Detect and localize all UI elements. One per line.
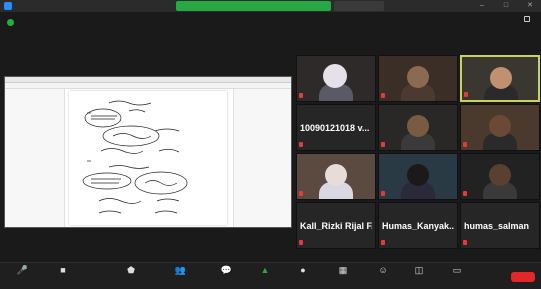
screen-share-banner[interactable] — [176, 1, 331, 11]
participant-tile[interactable] — [296, 55, 376, 102]
apps-button[interactable]: ◫ — [402, 266, 436, 288]
view-switch-button[interactable] — [524, 16, 533, 22]
shared-document-canvas — [5, 89, 291, 227]
participant-display-name: humas_salman — [464, 221, 530, 231]
end-meeting-button[interactable] — [511, 272, 535, 282]
maximize-button[interactable]: □ — [501, 1, 511, 11]
meeting-info-shield-icon[interactable] — [7, 19, 14, 26]
shared-screen[interactable] — [4, 76, 292, 228]
document-right-panel — [233, 89, 291, 227]
handwritten-arabic-worksheet — [82, 100, 188, 214]
participants-button[interactable]: 👥 — [162, 266, 196, 288]
muted-mic-icon — [381, 93, 385, 98]
participant-display-name: Humas_Kanyak... — [382, 221, 454, 231]
record-icon: ● — [300, 265, 306, 275]
document-page — [69, 91, 227, 225]
security-button[interactable]: ⬟ — [114, 266, 148, 288]
muted-mic-icon — [299, 240, 303, 245]
document-left-panel — [5, 89, 65, 227]
zoom-app-icon — [4, 2, 12, 10]
participant-display-name: 10090121018 v... — [300, 123, 370, 133]
participant-tile[interactable]: Humas_Kanyak... — [378, 202, 458, 249]
muted-mic-icon — [464, 92, 468, 97]
muted-microphone-icon: 🎤 — [16, 265, 28, 275]
participant-tile[interactable]: humas_salman — [460, 202, 540, 249]
smiley-icon: ☺ — [378, 265, 388, 275]
participants-icon: 👥 — [174, 265, 186, 275]
unmute-button[interactable]: 🎤 — [4, 266, 38, 288]
muted-mic-icon — [299, 93, 303, 98]
muted-mic-icon — [381, 142, 385, 147]
participant-tile[interactable] — [296, 153, 376, 200]
whiteboards-button[interactable]: ▭ — [440, 266, 474, 288]
shield-icon: ⬟ — [127, 265, 135, 275]
minimize-button[interactable]: – — [477, 1, 487, 11]
muted-mic-icon — [299, 142, 303, 147]
participant-tile[interactable] — [378, 153, 458, 200]
participant-tile[interactable] — [460, 104, 540, 151]
share-screen-button[interactable]: ▲ — [248, 266, 282, 288]
record-button[interactable]: ● — [286, 266, 320, 288]
participant-tile[interactable] — [460, 153, 540, 200]
muted-mic-icon — [463, 191, 467, 196]
start-video-button[interactable]: ■ — [46, 266, 80, 288]
participant-tile[interactable] — [378, 104, 458, 151]
chat-button[interactable]: 💬 — [208, 266, 242, 288]
breakout-rooms-button[interactable]: ▦ — [326, 266, 360, 288]
participant-tile[interactable] — [378, 55, 458, 102]
participant-tile-active-speaker[interactable] — [460, 55, 540, 102]
close-button[interactable]: ✕ — [525, 1, 535, 11]
participant-tile[interactable]: 10090121018 v... — [296, 104, 376, 151]
muted-mic-icon — [299, 191, 303, 196]
meeting-toolbar: 🎤 ■ ⬟ 👥 💬 ▲ ● ▦ ☺ ◫ ▭ — [0, 262, 541, 289]
apps-icon: ◫ — [414, 265, 424, 275]
muted-mic-icon — [381, 191, 385, 196]
chat-bubble-icon: 💬 — [220, 265, 232, 275]
participant-display-name: Kall_Rizki Rijal F... — [300, 221, 372, 231]
window-controls: – □ ✕ — [477, 1, 535, 11]
muted-mic-icon — [463, 240, 467, 245]
grid-view-icon — [524, 16, 530, 22]
video-camera-icon: ■ — [60, 265, 66, 275]
view-options-button[interactable] — [334, 1, 384, 11]
muted-mic-icon — [381, 240, 385, 245]
muted-mic-icon — [463, 142, 467, 147]
window-titlebar: – □ ✕ — [0, 0, 541, 12]
breakout-rooms-icon: ▦ — [338, 265, 348, 275]
participant-tile[interactable]: Kall_Rizki Rijal F... — [296, 202, 376, 249]
whiteboard-icon: ▭ — [452, 265, 462, 275]
reactions-button[interactable]: ☺ — [366, 266, 400, 288]
share-screen-icon: ▲ — [260, 265, 270, 275]
